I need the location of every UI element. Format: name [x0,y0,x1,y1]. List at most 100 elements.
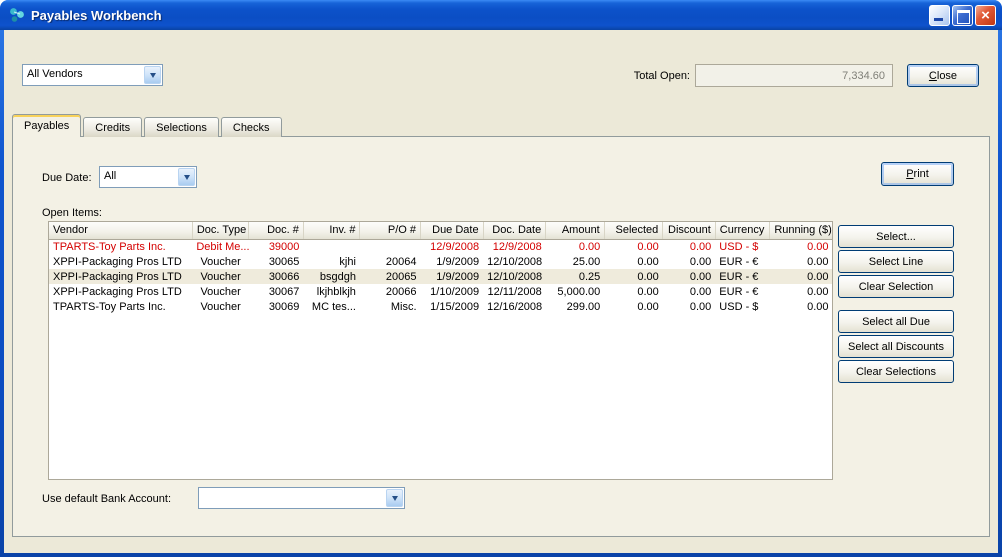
table-cell[interactable]: 25.00 [546,254,605,269]
table-cell[interactable]: 12/9/2008 [483,239,546,254]
table-cell[interactable]: 39000 [249,239,304,254]
table-cell[interactable]: 20065 [360,269,421,284]
column-header[interactable]: Doc. Type [192,222,249,239]
table-cell[interactable]: 30069 [249,299,304,314]
table-cell[interactable]: 0.00 [770,299,833,314]
table-cell[interactable]: 1/10/2009 [421,284,484,299]
table-cell[interactable]: bsgdgh [303,269,360,284]
table-row[interactable]: TPARTS-Toy Parts Inc.Voucher30069MC tes.… [49,299,833,314]
maximize-button[interactable] [952,5,973,26]
table-cell[interactable]: USD - $ [715,239,770,254]
tab-credits[interactable]: Credits [83,117,142,137]
table-cell[interactable]: 0.00 [604,239,663,254]
table-cell[interactable]: 0.00 [663,299,716,314]
table-cell[interactable]: 0.00 [663,284,716,299]
table-row[interactable]: XPPI-Packaging Pros LTDVoucher30066bsgdg… [49,269,833,284]
table-cell[interactable]: 12/10/2008 [483,269,546,284]
table-cell[interactable]: EUR - € [715,269,770,284]
table-cell[interactable]: Voucher [192,299,249,314]
table-cell[interactable]: 5,000.00 [546,284,605,299]
table-cell[interactable]: 1/9/2009 [421,254,484,269]
table-cell[interactable]: lkjhblkjh [303,284,360,299]
column-header[interactable]: Vendor [49,222,192,239]
clear-selection-button[interactable]: Clear Selection [838,275,954,298]
table-cell[interactable]: 12/16/2008 [483,299,546,314]
chevron-down-icon[interactable] [386,489,403,507]
column-header[interactable]: Due Date [421,222,484,239]
table-cell[interactable]: MC tes... [303,299,360,314]
table-cell[interactable]: 20064 [360,254,421,269]
table-cell[interactable]: 0.25 [546,269,605,284]
table-cell[interactable]: 12/10/2008 [483,254,546,269]
due-date-select[interactable]: All [99,166,197,188]
column-header[interactable]: Doc. Date [483,222,546,239]
select-button[interactable]: Select... [838,225,954,248]
table-row[interactable]: XPPI-Packaging Pros LTDVoucher30067lkjhb… [49,284,833,299]
vendor-filter-select[interactable]: All Vendors [22,64,163,86]
table-cell[interactable] [360,239,421,254]
table-cell[interactable]: 1/15/2009 [421,299,484,314]
select-all-due-button[interactable]: Select all Due [838,310,954,333]
column-header[interactable]: Discount [663,222,716,239]
table-cell[interactable]: 0.00 [604,284,663,299]
table-cell[interactable]: EUR - € [715,284,770,299]
table-cell[interactable]: 1/9/2009 [421,269,484,284]
chevron-down-icon[interactable] [144,66,161,84]
column-header[interactable]: Currency [715,222,770,239]
bank-account-select[interactable] [198,487,405,509]
table-cell[interactable]: TPARTS-Toy Parts Inc. [49,239,192,254]
table-cell[interactable]: Misc. [360,299,421,314]
column-header[interactable]: Selected [604,222,663,239]
table-cell[interactable]: TPARTS-Toy Parts Inc. [49,299,192,314]
table-cell[interactable]: Voucher [192,284,249,299]
tab-selections[interactable]: Selections [144,117,219,137]
table-row[interactable]: TPARTS-Toy Parts Inc.Debit Me...39000 12/… [49,239,833,254]
chevron-down-icon[interactable] [178,168,195,186]
table-cell[interactable]: XPPI-Packaging Pros LTD [49,254,192,269]
table-cell[interactable]: EUR - € [715,254,770,269]
table-cell[interactable]: Voucher [192,254,249,269]
column-header[interactable]: Inv. # [303,222,360,239]
table-cell[interactable]: kjhi [303,254,360,269]
table-cell[interactable]: 12/11/2008 [483,284,546,299]
table-cell[interactable]: XPPI-Packaging Pros LTD [49,269,192,284]
tab-checks[interactable]: Checks [221,117,282,137]
table-cell[interactable]: 20066 [360,284,421,299]
print-button[interactable]: Print [881,162,954,186]
table-cell[interactable]: 0.00 [770,284,833,299]
minimize-button[interactable] [929,5,950,26]
table-cell[interactable]: 30066 [249,269,304,284]
open-items-table[interactable]: VendorDoc. TypeDoc. #Inv. #P/O #Due Date… [48,221,833,480]
table-cell[interactable]: 0.00 [770,239,833,254]
table-cell[interactable]: 12/9/2008 [421,239,484,254]
table-cell[interactable]: 0.00 [663,239,716,254]
column-header[interactable]: P/O # [360,222,421,239]
clear-selections-button[interactable]: Clear Selections [838,360,954,383]
table-row[interactable]: XPPI-Packaging Pros LTDVoucher30065kjhi2… [49,254,833,269]
table-cell[interactable]: 30067 [249,284,304,299]
column-header[interactable]: Amount [546,222,605,239]
table-cell[interactable]: XPPI-Packaging Pros LTD [49,284,192,299]
select-all-discounts-button[interactable]: Select all Discounts [838,335,954,358]
table-cell[interactable]: 0.00 [546,239,605,254]
title-bar: Payables Workbench × [0,0,1002,30]
table-cell[interactable]: Debit Me... [192,239,249,254]
table-cell[interactable]: 0.00 [663,269,716,284]
select-line-button[interactable]: Select Line [838,250,954,273]
table-cell[interactable]: 0.00 [770,254,833,269]
table-cell[interactable]: 0.00 [604,269,663,284]
column-header[interactable]: Doc. # [249,222,304,239]
table-cell[interactable] [303,239,360,254]
table-cell[interactable]: 0.00 [770,269,833,284]
table-cell[interactable]: 0.00 [663,254,716,269]
table-cell[interactable]: Voucher [192,269,249,284]
table-cell[interactable]: 299.00 [546,299,605,314]
column-header[interactable]: Running ($) [770,222,833,239]
close-window-button[interactable]: × [975,5,996,26]
table-cell[interactable]: USD - $ [715,299,770,314]
tab-payables[interactable]: Payables [12,114,81,137]
table-cell[interactable]: 0.00 [604,254,663,269]
close-button[interactable]: Close [907,64,979,87]
table-cell[interactable]: 30065 [249,254,304,269]
table-cell[interactable]: 0.00 [604,299,663,314]
